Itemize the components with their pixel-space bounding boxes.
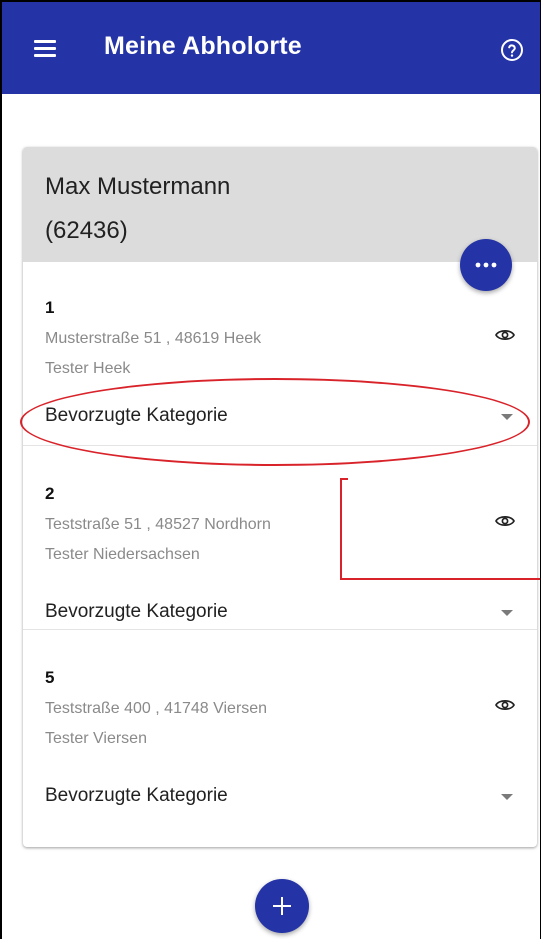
location-address: Teststraße 400 , 41748 Viersen xyxy=(45,700,268,717)
location-item: 1 Musterstraße 51 , 48619 Heek Tester He… xyxy=(23,262,537,446)
location-item: 5 Teststraße 400 , 41748 Viersen Tester … xyxy=(23,630,537,814)
more-options-button[interactable] xyxy=(460,239,512,291)
customer-header: Max Mustermann (62436) xyxy=(23,147,537,262)
more-horizontal-icon xyxy=(475,262,497,268)
customer-number: (62436) xyxy=(45,217,128,244)
location-number: 5 xyxy=(45,668,55,687)
eye-icon[interactable] xyxy=(495,514,515,528)
category-select-label: Bevorzugte Kategorie xyxy=(45,785,228,806)
category-select[interactable]: Bevorzugte Kategorie xyxy=(23,392,537,440)
category-select[interactable]: Bevorzugte Kategorie xyxy=(23,772,537,820)
location-name: Tester Heek xyxy=(45,360,131,377)
location-number: 1 xyxy=(45,298,55,317)
page-title: Meine Abholorte xyxy=(104,32,302,60)
location-number: 2 xyxy=(45,484,55,503)
app-bar: Meine Abholorte xyxy=(2,2,540,94)
location-item: 2 Teststraße 51 , 48527 Nordhorn Tester … xyxy=(23,446,537,630)
eye-icon[interactable] xyxy=(495,328,515,342)
category-select-label: Bevorzugte Kategorie xyxy=(45,405,228,426)
category-select[interactable]: Bevorzugte Kategorie xyxy=(23,588,537,636)
category-select-label: Bevorzugte Kategorie xyxy=(45,601,228,622)
dropdown-arrow-icon[interactable] xyxy=(501,414,513,420)
plus-icon-vertical xyxy=(281,897,283,915)
hamburger-menu-icon[interactable] xyxy=(34,40,56,58)
app-screen: Meine Abholorte Max Mustermann (62436) 1… xyxy=(0,0,541,939)
eye-icon[interactable] xyxy=(495,698,515,712)
location-address: Musterstraße 51 , 48619 Heek xyxy=(45,330,262,347)
location-name: Tester Niedersachsen xyxy=(45,546,200,563)
dropdown-arrow-icon[interactable] xyxy=(501,794,513,800)
customer-card: Max Mustermann (62436) 1 Musterstraße 51… xyxy=(23,147,537,847)
add-location-button[interactable] xyxy=(255,879,309,933)
dropdown-arrow-icon[interactable] xyxy=(501,610,513,616)
location-name: Tester Viersen xyxy=(45,730,147,747)
help-circle-icon[interactable] xyxy=(500,38,524,62)
customer-name: Max Mustermann xyxy=(45,173,231,200)
location-address: Teststraße 51 , 48527 Nordhorn xyxy=(45,516,271,533)
